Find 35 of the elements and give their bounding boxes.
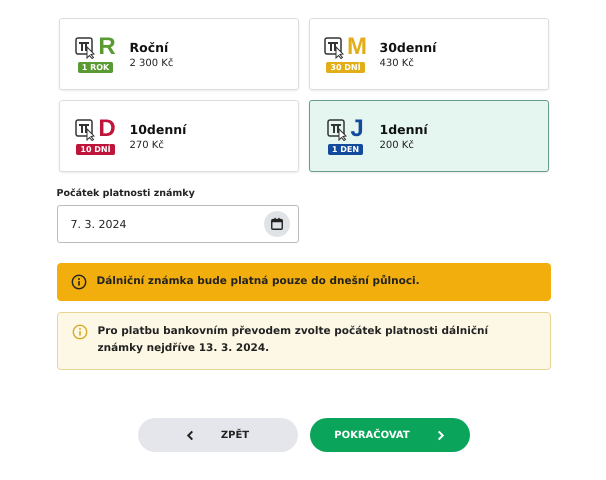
vignette-title: Roční (130, 40, 170, 54)
vignette-letter: D (98, 117, 116, 141)
highway-cursor-icon (75, 37, 98, 59)
alert-text: Pro platbu bankovním převodem zvolte počátek platnosti dálniční známky nejdříve 13. 3. 2024. (98, 324, 490, 356)
calendar-icon (270, 217, 284, 231)
vignette-letter: R (98, 35, 116, 59)
vignette-letter: J (350, 117, 364, 141)
vignette-title: 1denní (380, 122, 428, 136)
highway-cursor-icon (327, 119, 350, 141)
field-label: Počátek platnosti známky (56, 188, 196, 199)
info-icon (72, 324, 88, 340)
vignette-price: 270 Kč (130, 140, 165, 150)
vignette-option[interactable]: D 10 DNÍ 10denní 270 Kč (58, 100, 298, 172)
highway-cursor-icon (75, 119, 98, 141)
vignette-price: 200 Kč (380, 140, 415, 150)
vignette-price: 430 Kč (380, 58, 415, 68)
date-field[interactable]: 7. 3. 2024 (56, 205, 298, 243)
duration-badge: 30 DNÍ (326, 62, 365, 73)
vignette-letter: M (347, 35, 367, 59)
duration-badge: 1 DEN (328, 144, 364, 155)
back-button[interactable]: ZPĚT (138, 418, 298, 452)
vignette-option[interactable]: M 30 DNÍ 30denní 430 Kč (308, 18, 548, 90)
vignette-price: 2 300 Kč (130, 58, 174, 68)
info-icon (70, 274, 86, 290)
calendar-button[interactable] (264, 211, 290, 237)
duration-badge: 10 DNÍ (76, 144, 115, 155)
duration-badge: 1 ROK (78, 62, 114, 73)
chevron-left-icon (186, 430, 195, 440)
chevron-right-icon (436, 430, 445, 440)
vignette-title: 10denní (130, 122, 186, 136)
highway-cursor-icon (324, 37, 346, 59)
alert-text: Dálniční známka bude platná pouze do dnešní půlnoci. (96, 274, 420, 289)
vignette-option[interactable]: R 1 ROK Roční 2 300 Kč (58, 18, 298, 90)
vignette-title: 30denní (380, 40, 436, 54)
vignette-option[interactable]: J 1 DEN 1denní 200 Kč (308, 100, 548, 172)
